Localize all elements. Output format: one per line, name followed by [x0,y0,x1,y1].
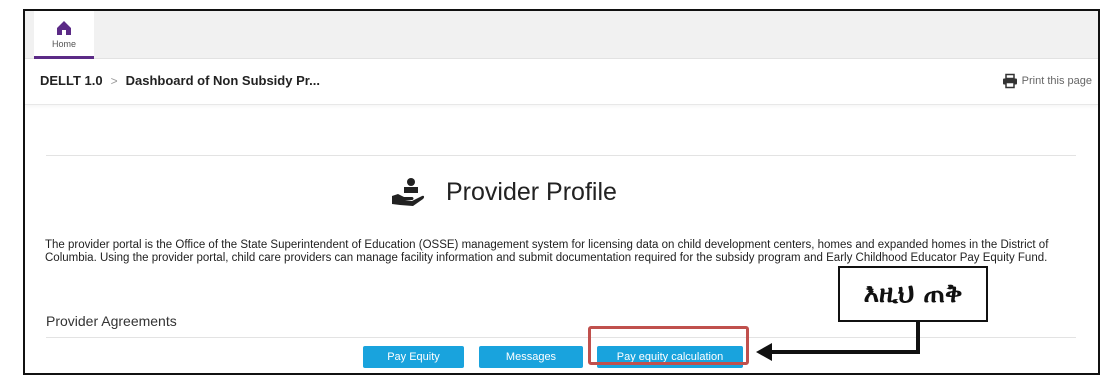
intro-text: The provider portal is the Office of the… [45,239,1049,264]
profile-header: Provider Profile [390,176,617,208]
highlight-box [588,326,749,365]
home-icon [57,20,71,35]
messages-button[interactable]: Messages [479,346,583,368]
divider [46,337,1076,338]
callout-box: እዚህ ጠቅ [838,266,988,322]
print-link[interactable]: Print this page [1002,73,1092,89]
breadcrumb: DELLT 1.0 > Dashboard of Non Subsidy Pr.… [40,73,320,88]
pay-equity-button[interactable]: Pay Equity [363,346,464,368]
page-title: Provider Profile [446,177,617,206]
printer-icon [1002,73,1017,89]
section-title: Provider Agreements [46,313,177,329]
breadcrumb-bar: DELLT 1.0 > Dashboard of Non Subsidy Pr.… [25,59,1098,105]
print-label: Print this page [1021,75,1092,87]
breadcrumb-root[interactable]: DELLT 1.0 [40,73,103,88]
hand-giving-icon [392,178,425,206]
top-nav: Home [25,11,1098,59]
chevron-right-icon: > [110,73,118,88]
breadcrumb-current: Dashboard of Non Subsidy Pr... [125,73,320,88]
divider [46,155,1076,156]
home-tab[interactable]: Home [34,11,94,59]
home-tab-label: Home [51,38,76,49]
